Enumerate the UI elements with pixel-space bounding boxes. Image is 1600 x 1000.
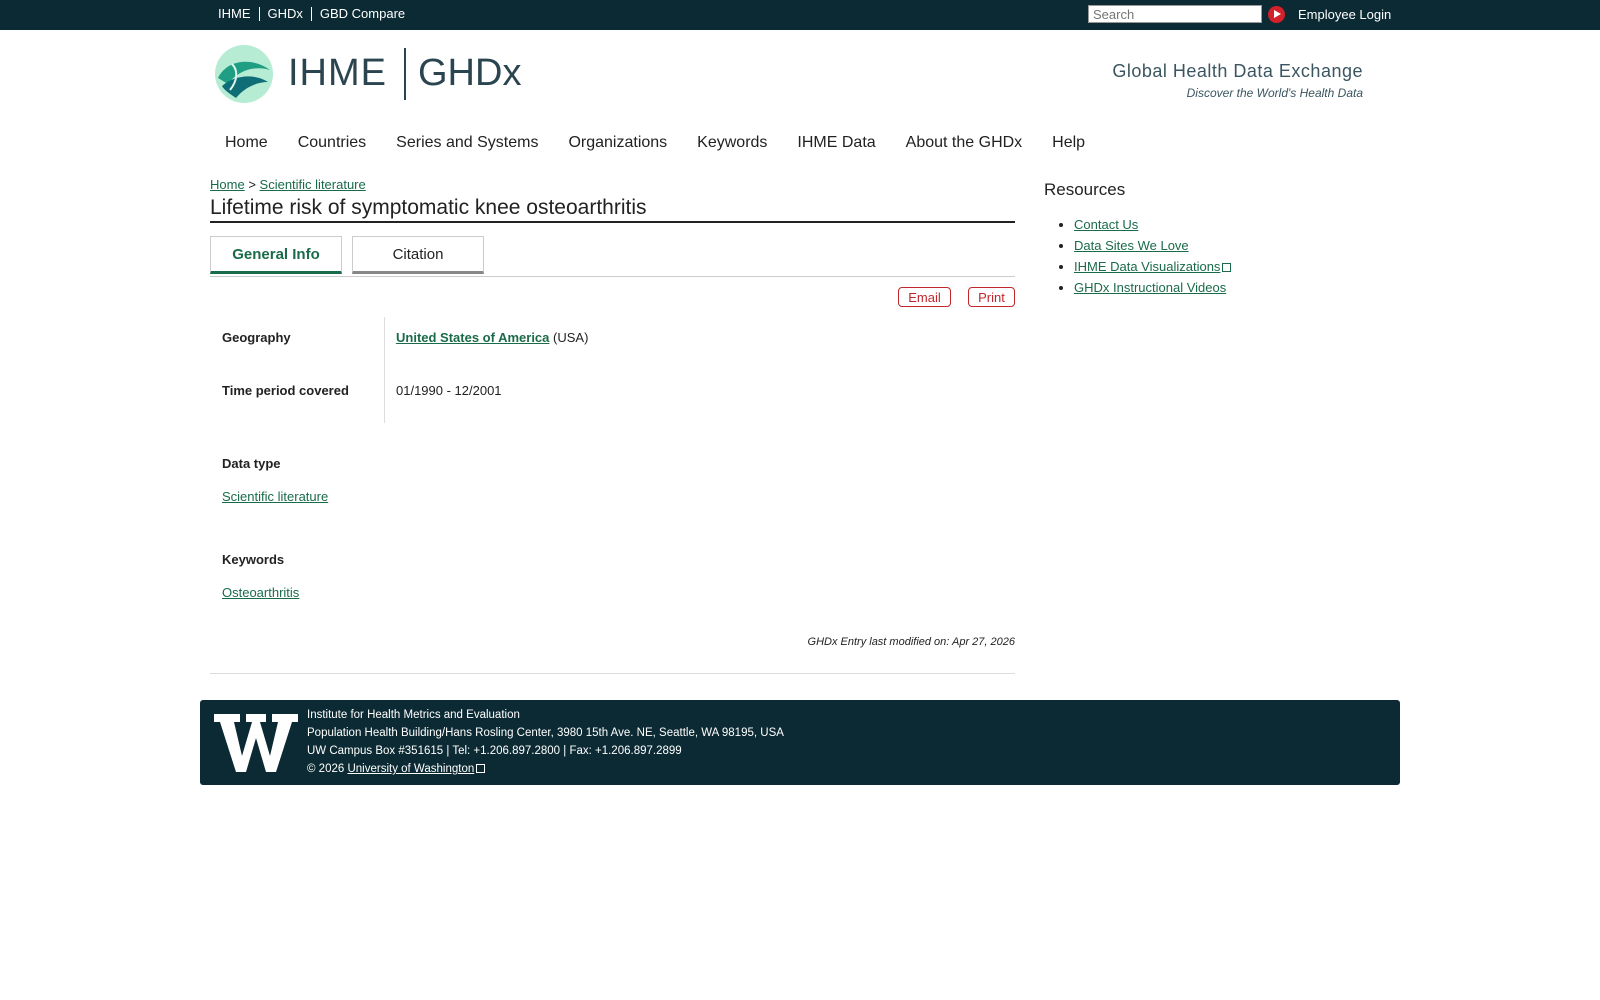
external-link-icon: [476, 764, 486, 773]
geography-link[interactable]: United States of America: [396, 330, 549, 345]
tagline: Global Health Data Exchange: [1112, 61, 1363, 81]
data-type-value: Scientific literature: [222, 489, 328, 504]
employee-login-link[interactable]: Employee Login: [1298, 7, 1391, 22]
resource-instructional-videos[interactable]: GHDx Instructional Videos: [1074, 280, 1226, 295]
breadcrumb-scientific-literature[interactable]: Scientific literature: [260, 177, 366, 192]
external-link-icon: [1222, 263, 1232, 272]
footer-line-3: UW Campus Box #351615 | Tel: +1.206.897.…: [307, 745, 682, 757]
resource-data-sites[interactable]: Data Sites We Love: [1074, 238, 1189, 253]
nav-countries[interactable]: Countries: [298, 134, 366, 152]
top-link-ihme[interactable]: IHME: [218, 7, 260, 21]
footer-line-1: Institute for Health Metrics and Evaluat…: [307, 709, 520, 721]
list-item: Contact Us: [1074, 214, 1231, 235]
page-title: Lifetime risk of symptomatic knee osteoa…: [210, 196, 1015, 223]
brand-divider: [404, 48, 406, 100]
nav-about-the-ghdx[interactable]: About the GHDx: [906, 134, 1023, 152]
footer-text: Institute for Health Metrics and Evaluat…: [307, 706, 784, 778]
list-item: Data Sites We Love: [1074, 235, 1231, 256]
geography-label: Geography: [222, 330, 291, 345]
table-row-geography: Geography United States of America (USA): [210, 317, 1015, 370]
footer-line-2: Population Health Building/Hans Rosling …: [307, 727, 784, 739]
content-divider: [210, 673, 1015, 674]
nav-keywords[interactable]: Keywords: [697, 134, 767, 152]
nav-organizations[interactable]: Organizations: [568, 134, 667, 152]
geography-suffix: (USA): [553, 330, 589, 345]
resource-contact-us[interactable]: Contact Us: [1074, 217, 1138, 232]
print-button[interactable]: Print: [968, 287, 1015, 307]
nav-help[interactable]: Help: [1052, 134, 1085, 152]
keyword-link-osteoarthritis[interactable]: Osteoarthritis: [222, 585, 299, 600]
search-go-icon[interactable]: [1268, 6, 1285, 23]
keywords-label: Keywords: [222, 552, 285, 567]
nav-home[interactable]: Home: [225, 134, 268, 152]
top-link-gbd-compare[interactable]: GBD Compare: [312, 7, 413, 21]
breadcrumb-separator: >: [248, 177, 256, 192]
time-period-label: Time period covered: [222, 383, 349, 398]
brand-ihme[interactable]: IHME: [288, 52, 387, 95]
subtagline: Discover the World's Health Data: [1186, 86, 1363, 100]
info-table: Geography United States of America (USA)…: [210, 317, 1015, 423]
ihme-logo-icon[interactable]: [214, 44, 274, 104]
nav-series-and-systems[interactable]: Series and Systems: [396, 134, 538, 152]
copyright: © 2026: [307, 763, 345, 775]
brand-ghdx[interactable]: GHDx: [418, 52, 521, 95]
resources-list: Contact Us Data Sites We Love IHME Data …: [1044, 214, 1232, 298]
resources-title: Resources: [1044, 180, 1126, 199]
data-type-link[interactable]: Scientific literature: [222, 489, 328, 504]
email-button[interactable]: Email: [898, 287, 951, 307]
tab-general-info[interactable]: General Info: [210, 236, 342, 274]
time-period-value: 01/1990 - 12/2001: [396, 383, 502, 398]
breadcrumb: Home > Scientific literature: [210, 177, 366, 192]
tab-bar: General Info Citation: [210, 236, 1015, 277]
search-input[interactable]: [1088, 5, 1262, 23]
top-links: IHME GHDx GBD Compare: [218, 7, 413, 21]
list-item: GHDx Instructional Videos: [1074, 277, 1231, 298]
top-bar: IHME GHDx GBD Compare Employee Login: [0, 0, 1600, 30]
main-nav: Home Countries Series and Systems Organi…: [225, 134, 1115, 152]
geography-value: United States of America (USA): [396, 330, 588, 345]
uw-logo-icon[interactable]: [214, 710, 298, 774]
tab-citation[interactable]: Citation: [352, 236, 484, 274]
table-row-time-period: Time period covered 01/1990 - 12/2001: [210, 370, 1015, 423]
breadcrumb-home[interactable]: Home: [210, 177, 245, 192]
uw-link[interactable]: University of Washington: [347, 763, 474, 775]
data-type-label: Data type: [222, 456, 281, 471]
list-item: IHME Data Visualizations: [1074, 256, 1232, 277]
resource-ihme-visualizations[interactable]: IHME Data Visualizations: [1074, 259, 1220, 274]
top-link-ghdx[interactable]: GHDx: [260, 7, 312, 21]
footer: Institute for Health Metrics and Evaluat…: [200, 700, 1400, 785]
footer-line-4: © 2026 University of Washington: [307, 760, 784, 778]
last-modified: GHDx Entry last modified on: Apr 27, 202…: [807, 636, 1015, 648]
keywords-value: Osteoarthritis: [222, 585, 299, 600]
nav-ihme-data[interactable]: IHME Data: [797, 134, 875, 152]
